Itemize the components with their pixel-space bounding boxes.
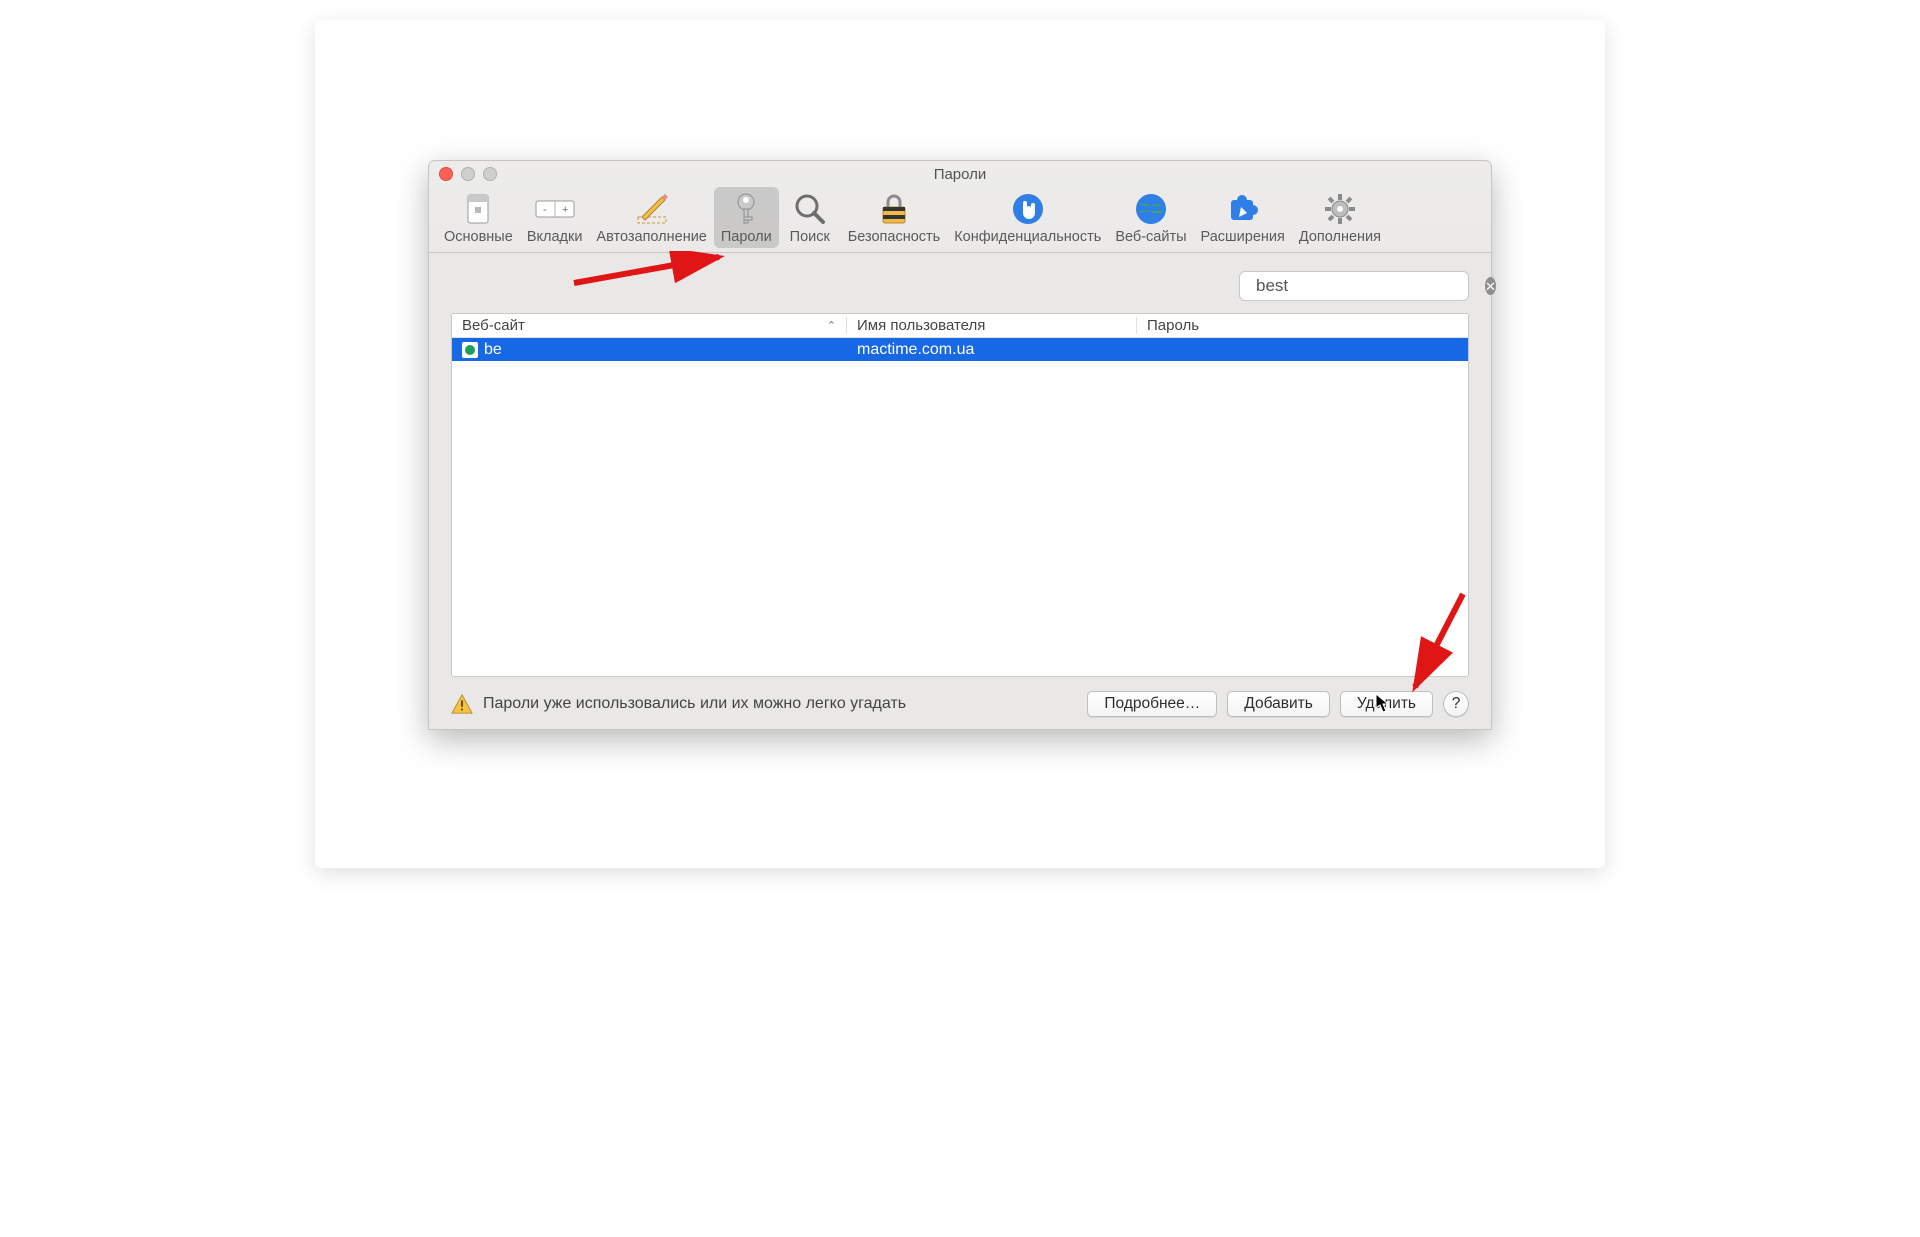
cell-website: be bbox=[452, 341, 847, 359]
column-website[interactable]: Веб-сайт ⌃ bbox=[452, 317, 847, 334]
search-input[interactable] bbox=[1254, 275, 1479, 297]
tab-autofill[interactable]: Автозаполнение bbox=[589, 187, 713, 248]
add-button[interactable]: Добавить bbox=[1227, 691, 1330, 717]
warning-icon bbox=[451, 693, 473, 715]
key-icon bbox=[732, 190, 760, 228]
column-username[interactable]: Имя пользователя bbox=[847, 317, 1137, 334]
zoom-window-button[interactable] bbox=[483, 167, 497, 181]
puzzle-icon bbox=[1226, 190, 1260, 228]
tab-label: Расширения bbox=[1201, 229, 1285, 245]
tab-label: Пароли bbox=[721, 229, 772, 245]
tab-label: Автозаполнение bbox=[596, 229, 706, 245]
favicon-icon bbox=[462, 342, 478, 358]
search-field[interactable]: ✕ bbox=[1239, 271, 1469, 301]
hand-icon bbox=[1011, 190, 1045, 228]
preferences-window: Пароли Основные -+ Вкладки Автозапол bbox=[428, 160, 1492, 730]
tab-advanced[interactable]: Дополнения bbox=[1292, 187, 1388, 248]
tab-label: Дополнения bbox=[1299, 229, 1381, 245]
screenshot-canvas: Пароли Основные -+ Вкладки Автозапол bbox=[315, 20, 1605, 868]
column-password[interactable]: Пароль bbox=[1137, 317, 1468, 334]
tabs-icon: -+ bbox=[535, 190, 575, 228]
sort-indicator-icon: ⌃ bbox=[827, 319, 836, 332]
panel-footer: Пароли уже использовались или их можно л… bbox=[451, 677, 1469, 717]
svg-text:+: + bbox=[562, 204, 568, 216]
preferences-toolbar: Основные -+ Вкладки Автозаполнение Парол… bbox=[429, 187, 1491, 253]
minimize-window-button[interactable] bbox=[461, 167, 475, 181]
tab-websites[interactable]: Веб-сайты bbox=[1108, 187, 1193, 248]
close-window-button[interactable] bbox=[439, 167, 453, 181]
details-button[interactable]: Подробнее… bbox=[1087, 691, 1217, 717]
svg-text:-: - bbox=[543, 204, 547, 216]
tab-label: Вкладки bbox=[527, 229, 583, 245]
globe-icon bbox=[1134, 190, 1168, 228]
lock-icon bbox=[879, 190, 909, 228]
tab-general[interactable]: Основные bbox=[437, 187, 520, 248]
tab-extensions[interactable]: Расширения bbox=[1194, 187, 1292, 248]
passwords-table: Веб-сайт ⌃ Имя пользователя Пароль be ma… bbox=[451, 313, 1469, 677]
cursor-icon bbox=[1375, 693, 1391, 713]
cell-username: mactime.com.ua bbox=[847, 341, 1137, 359]
pencil-icon bbox=[634, 190, 670, 228]
warning-text: Пароли уже использовались или их можно л… bbox=[483, 695, 1077, 713]
gear-icon bbox=[1323, 190, 1357, 228]
tab-label: Поиск bbox=[790, 229, 830, 245]
help-button[interactable]: ? bbox=[1443, 691, 1469, 717]
tab-label: Веб-сайты bbox=[1115, 229, 1186, 245]
table-row[interactable]: be mactime.com.ua bbox=[452, 338, 1468, 361]
tab-label: Конфиденциальность bbox=[954, 229, 1101, 245]
table-header: Веб-сайт ⌃ Имя пользователя Пароль bbox=[452, 314, 1468, 338]
clear-search-button[interactable]: ✕ bbox=[1485, 277, 1496, 295]
traffic-lights bbox=[439, 167, 497, 181]
tab-search[interactable]: Поиск bbox=[779, 187, 841, 248]
table-body: be mactime.com.ua bbox=[452, 338, 1468, 676]
window-titlebar: Пароли bbox=[429, 161, 1491, 187]
general-icon bbox=[464, 190, 492, 228]
tab-label: Основные bbox=[444, 229, 513, 245]
tab-security[interactable]: Безопасность bbox=[841, 187, 948, 248]
tab-privacy[interactable]: Конфиденциальность bbox=[947, 187, 1108, 248]
window-title: Пароли bbox=[934, 166, 987, 183]
tab-passwords[interactable]: Пароли bbox=[714, 187, 779, 248]
tab-label: Безопасность bbox=[848, 229, 941, 245]
passwords-panel: ✕ Веб-сайт ⌃ Имя пользователя Пароль bbox=[429, 253, 1491, 729]
search-icon bbox=[793, 190, 827, 228]
tab-tabs[interactable]: -+ Вкладки bbox=[520, 187, 590, 248]
